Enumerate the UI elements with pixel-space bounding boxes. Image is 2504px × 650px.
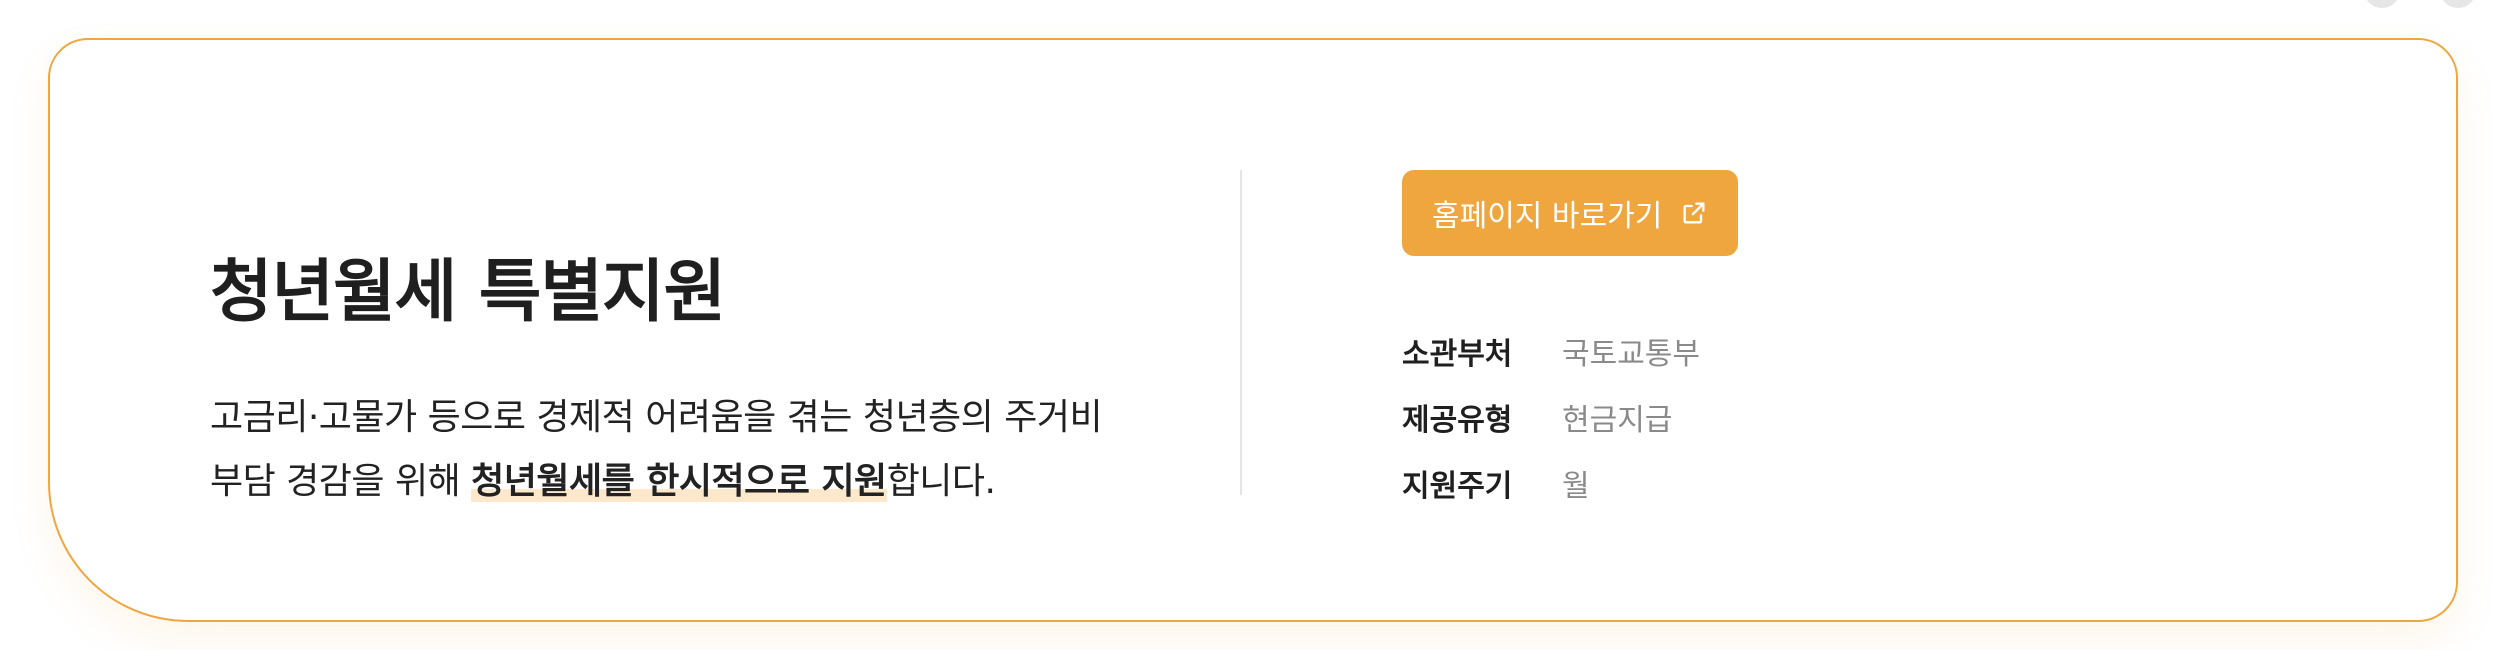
detail-list: 소관부처 국토교통부 제공유형 현금지급 지원주기 월 — [1402, 318, 1700, 516]
description-line-2-suffix: 합니다. — [886, 461, 996, 502]
detail-value: 현금지급 — [1562, 403, 1673, 438]
detail-row-provision-type: 제공유형 현금지급 — [1402, 384, 1700, 450]
program-title: 청년월세 특별지원 — [210, 253, 726, 332]
external-link-icon — [1680, 199, 1708, 227]
detail-value: 국토교통부 — [1562, 337, 1700, 372]
detail-row-support-cycle: 지원주기 월 — [1402, 450, 1700, 516]
description-line-1: 고금리·고물가 등으로 경제적 어려움을 겪는 청년층의 주거비 — [210, 397, 1103, 438]
description-line-2-prefix: 부담 경감을 위해 — [210, 461, 472, 502]
vertical-divider — [1240, 170, 1242, 495]
detail-label: 지원주기 — [1402, 469, 1513, 504]
detail-value: 월 — [1562, 469, 1590, 504]
page: 청년월세 특별지원 고금리·고물가 등으로 경제적 어려움을 겪는 청년층의 주… — [0, 0, 2504, 650]
homepage-button[interactable]: 홈페이지 바로가기 — [1402, 170, 1739, 256]
program-details: 홈페이지 바로가기 소관부처 국토교통부 제공유형 현금지급 지원주기 월 — [1402, 40, 2102, 620]
detail-row-department: 소관부처 국토교통부 — [1402, 318, 1700, 384]
carousel-next-button[interactable] — [2440, 0, 2476, 8]
program-description: 고금리·고물가 등으로 경제적 어려움을 겪는 청년층의 주거비 부담 경감을 … — [210, 386, 1103, 514]
detail-label: 제공유형 — [1402, 403, 1513, 438]
program-card: 청년월세 특별지원 고금리·고물가 등으로 경제적 어려움을 겪는 청년층의 주… — [48, 38, 2458, 622]
detail-label: 소관부처 — [1402, 337, 1513, 372]
description-line-2: 부담 경감을 위해 청년월세를 한시적으로 지원합니다. — [210, 450, 1102, 514]
carousel-prev-button[interactable] — [2364, 0, 2400, 8]
program-summary: 청년월세 특별지원 고금리·고물가 등으로 경제적 어려움을 겪는 청년층의 주… — [210, 40, 1210, 620]
description-emphasis: 청년월세를 한시적으로 지원 — [471, 461, 887, 502]
top-right-controls — [2364, 0, 2476, 8]
homepage-button-label: 홈페이지 바로가기 — [1432, 199, 1663, 234]
